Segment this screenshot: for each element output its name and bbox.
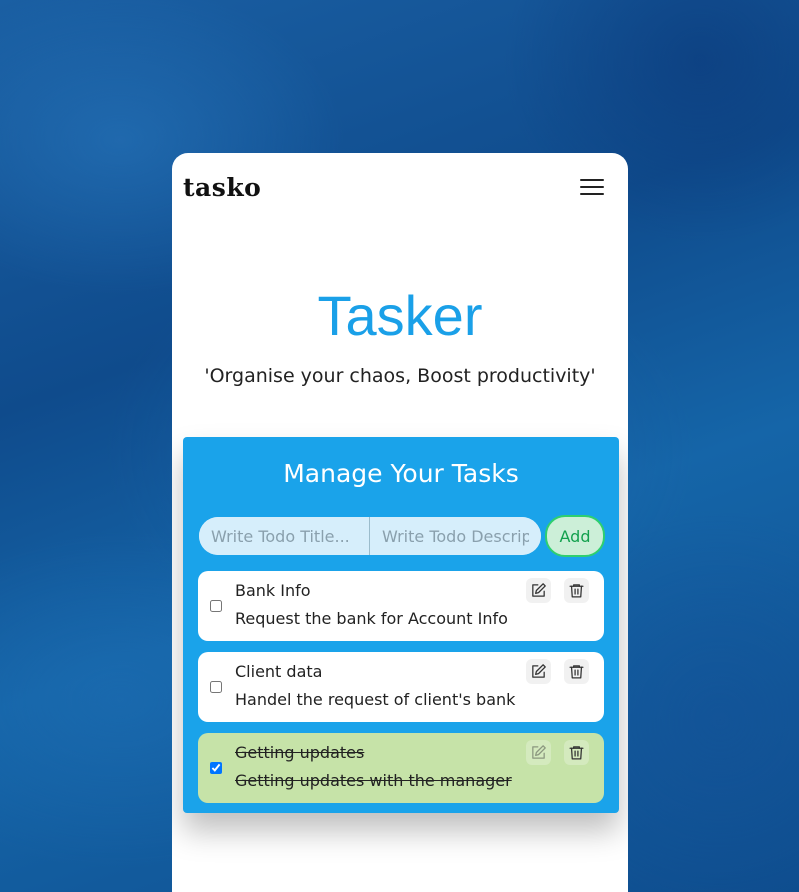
add-todo-button[interactable]: Add (545, 515, 605, 557)
pencil-icon[interactable] (526, 740, 551, 765)
todo-item-completed: Getting updates Getting updates with the… (198, 733, 604, 803)
app-logo[interactable]: tasko (183, 173, 261, 202)
trash-icon[interactable] (564, 659, 589, 684)
todo-title: Bank Info (235, 581, 311, 600)
pencil-icon[interactable] (526, 578, 551, 603)
todo-title: Getting updates (235, 743, 365, 762)
panel-title: Manage Your Tasks (283, 459, 519, 488)
todo-title-input[interactable] (199, 517, 370, 555)
task-manager-panel: Manage Your Tasks Add Bank Info Request … (183, 437, 619, 813)
todo-complete-checkbox[interactable] (210, 762, 222, 774)
hamburger-menu-icon[interactable] (580, 179, 604, 197)
app-window: tasko Tasker 'Organise your chaos, Boost… (172, 153, 628, 892)
todo-description: Handel the request of client's bank (235, 690, 516, 709)
todo-item: Bank Info Request the bank for Account I… (198, 571, 604, 641)
page-tagline: 'Organise your chaos, Boost productivity… (204, 365, 596, 387)
todo-input-group (199, 517, 541, 555)
todo-description: Request the bank for Account Info (235, 609, 508, 628)
navbar: tasko (172, 153, 628, 223)
page-title: Tasker (317, 284, 483, 347)
todo-description: Getting updates with the manager (235, 771, 512, 790)
todo-description-input[interactable] (370, 517, 541, 555)
pencil-icon[interactable] (526, 659, 551, 684)
todo-complete-checkbox[interactable] (210, 681, 222, 693)
todo-title: Client data (235, 662, 323, 681)
trash-icon[interactable] (564, 740, 589, 765)
todo-complete-checkbox[interactable] (210, 600, 222, 612)
trash-icon[interactable] (564, 578, 589, 603)
todo-item: Client data Handel the request of client… (198, 652, 604, 722)
